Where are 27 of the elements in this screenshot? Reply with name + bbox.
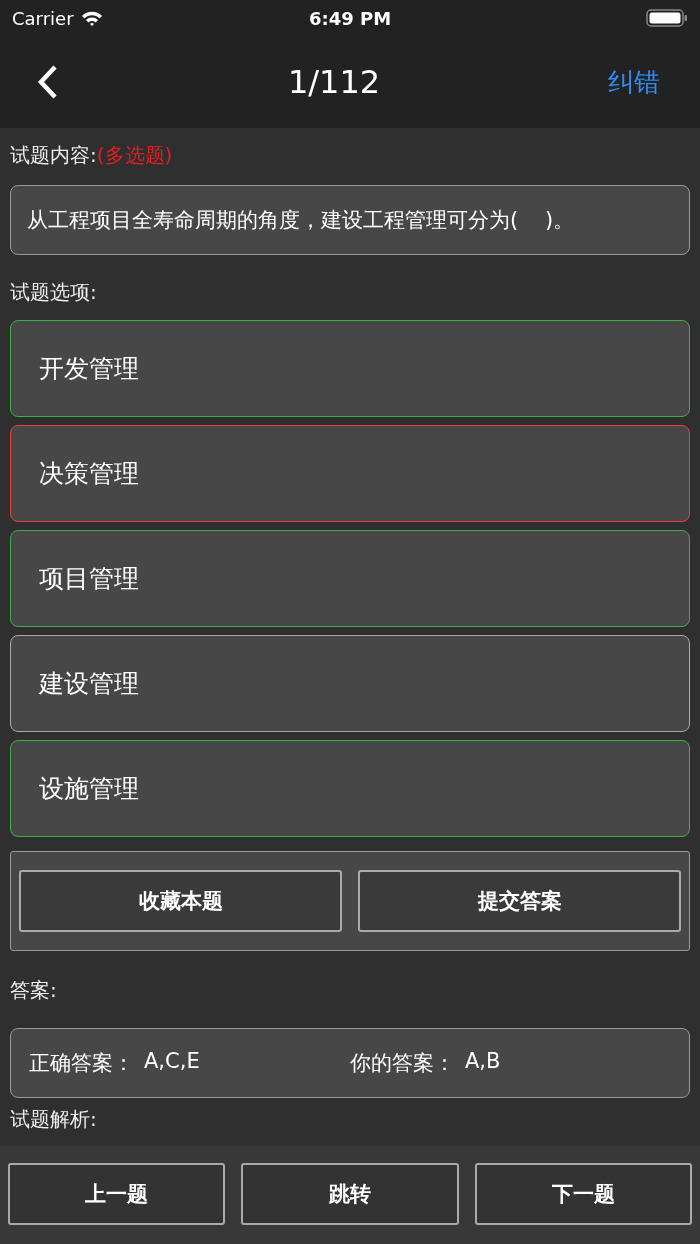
section-label: 试题解析: [10,1106,98,1133]
answer-label: 你的答案： [350,1050,455,1077]
report-error-link[interactable]: 纠错 [608,64,660,100]
clock-time: 6:49 PM [308,7,392,29]
page-counter: 1/112 [287,63,381,101]
battery-icon [646,8,688,28]
option-button[interactable]: 项目管理 [10,530,690,627]
back-button[interactable] [36,64,60,100]
answer-value: A,B [465,1049,501,1075]
option-button[interactable]: 开发管理 [10,320,690,417]
back-chevron-icon [36,64,60,100]
question-type: (多选题) [96,142,173,169]
nav-button[interactable]: 跳转 [241,1163,459,1225]
option-button[interactable]: 设施管理 [10,740,690,837]
nav-button[interactable]: 下一题 [474,1163,692,1225]
action-button[interactable]: 收藏本题 [19,870,342,932]
option-button[interactable]: 决策管理 [10,425,690,522]
nav-button[interactable]: 上一题 [8,1163,226,1225]
section-label: 试题选项: [10,279,98,306]
section-label: 答案: [10,977,58,1004]
answer-label: 正确答案： [29,1050,134,1077]
answer-value: A,C,E [144,1049,200,1075]
action-button[interactable]: 提交答案 [358,870,681,932]
option-button[interactable]: 建设管理 [10,635,690,732]
question-text: 从工程项目全寿命周期的角度，建设工程管理可分为( )。 [10,185,690,255]
section-label: 试题内容: [10,142,97,169]
carrier-name: Carrier [12,7,74,29]
